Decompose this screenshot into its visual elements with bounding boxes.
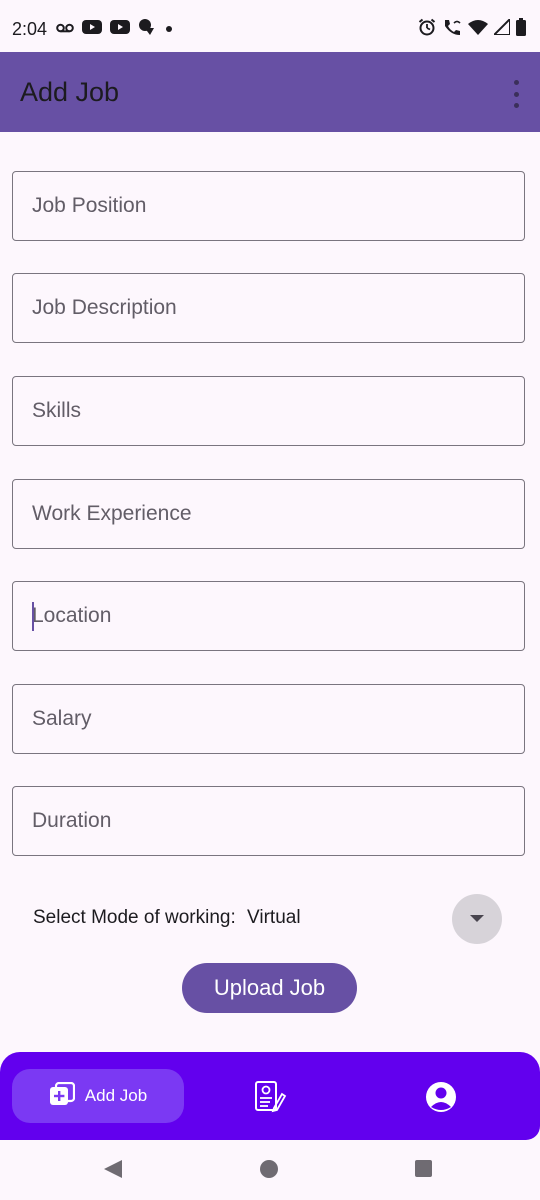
upload-job-button[interactable]: Upload Job	[182, 963, 357, 1013]
resume-edit-icon	[250, 1081, 288, 1120]
alarm-icon	[418, 18, 436, 41]
home-icon[interactable]	[260, 1160, 278, 1178]
nav-item-add-job[interactable]: Add Job	[12, 1069, 184, 1123]
wifi-icon	[468, 19, 488, 40]
nav-item-add-job-label: Add Job	[84, 1086, 148, 1105]
salary-input[interactable]	[13, 685, 524, 753]
job-position-input[interactable]	[13, 172, 524, 240]
arrow-drop-down-icon	[470, 910, 484, 928]
work-experience-input[interactable]	[13, 480, 524, 548]
mode-label: Select Mode of working:	[33, 907, 236, 928]
status-left-icons	[56, 18, 174, 41]
signal-icon	[491, 16, 511, 40]
add-job-icon	[49, 1081, 75, 1111]
youtube-icon	[110, 19, 130, 40]
app-bar: Add Job	[0, 52, 540, 132]
duration-field[interactable]	[12, 786, 525, 856]
skills-input[interactable]	[13, 377, 524, 445]
job-position-field[interactable]	[12, 171, 525, 241]
system-navigation-bar	[0, 1140, 540, 1200]
recents-icon[interactable]	[415, 1160, 432, 1177]
mode-value: Virtual	[247, 907, 301, 928]
status-bar: 2:04	[0, 0, 540, 52]
status-right-icons	[418, 16, 526, 41]
location-field[interactable]	[12, 581, 525, 651]
account-circle-icon	[422, 1082, 460, 1120]
mode-of-working-row: Select Mode of working: Virtual	[33, 907, 301, 929]
notification-app-icon	[138, 18, 156, 41]
youtube-icon	[82, 19, 102, 40]
page-title: Add Job	[20, 77, 120, 107]
skills-field[interactable]	[12, 376, 525, 446]
bottom-navigation: Add Job	[0, 1052, 540, 1140]
job-description-field[interactable]	[12, 273, 525, 343]
dot-icon	[164, 21, 174, 39]
nav-item-job-list[interactable]	[250, 1078, 288, 1116]
mode-dropdown-button[interactable]	[452, 894, 502, 944]
voicemail-icon	[56, 21, 74, 39]
salary-field[interactable]	[12, 684, 525, 754]
text-cursor	[32, 602, 34, 631]
job-description-input[interactable]	[13, 274, 524, 342]
work-experience-field[interactable]	[12, 479, 525, 549]
wifi-calling-icon	[442, 18, 462, 41]
more-vert-icon[interactable]	[510, 80, 522, 108]
status-time: 2:04	[12, 19, 48, 39]
location-input[interactable]	[13, 582, 524, 650]
duration-input[interactable]	[13, 787, 524, 855]
back-icon[interactable]	[103, 1159, 123, 1184]
nav-item-profile[interactable]	[422, 1078, 460, 1116]
battery-icon	[516, 18, 526, 41]
